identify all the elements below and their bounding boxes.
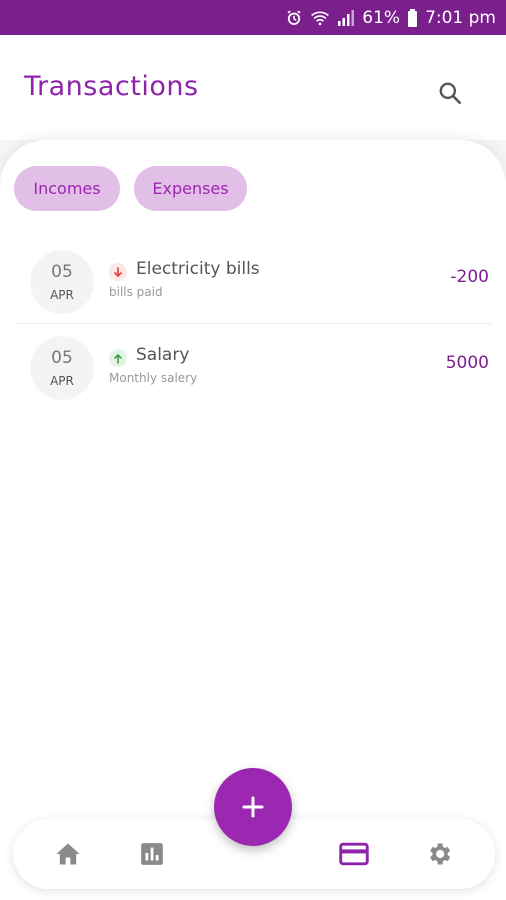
- date-month: APR: [50, 374, 74, 388]
- date-badge: 05 APR: [30, 250, 94, 314]
- transaction-amount: 5000: [445, 353, 489, 373]
- nav-transactions-button[interactable]: [339, 839, 369, 869]
- date-badge: 05 APR: [30, 336, 94, 400]
- transaction-subtitle: Monthly salery: [109, 371, 198, 385]
- status-bar: 61% 7:01 pm: [0, 0, 506, 35]
- alarm-icon: [285, 9, 303, 27]
- app-bar: Transactions: [0, 35, 506, 140]
- page-title: Transactions: [24, 71, 199, 102]
- credit-card-icon: [339, 842, 369, 866]
- search-icon: [439, 82, 462, 105]
- clock: 7:01 pm: [425, 7, 496, 28]
- gear-icon: [430, 843, 451, 865]
- date-month: APR: [50, 288, 74, 302]
- nav-settings-button[interactable]: [424, 839, 454, 869]
- search-button[interactable]: [434, 77, 466, 109]
- transaction-amount: -200: [450, 267, 489, 287]
- arrow-up-icon: [109, 349, 127, 367]
- filter-chip-incomes[interactable]: Incomes: [14, 166, 120, 211]
- arrow-down-icon: [109, 263, 127, 281]
- transaction-title: Salary: [136, 345, 190, 365]
- date-day: 05: [51, 348, 73, 368]
- battery-percent: 61%: [362, 7, 401, 28]
- transaction-title: Electricity bills: [136, 259, 260, 279]
- plus-icon: [242, 796, 264, 818]
- home-icon: [56, 843, 80, 865]
- nav-stats-button[interactable]: [137, 839, 167, 869]
- date-day: 05: [51, 262, 73, 282]
- signal-icon: [337, 9, 355, 26]
- transaction-subtitle: bills paid: [109, 285, 163, 299]
- wifi-icon: [310, 9, 330, 27]
- transaction-row[interactable]: 05 APR Electricity bills bills paid -200: [16, 240, 492, 324]
- filter-chip-expenses[interactable]: Expenses: [134, 166, 247, 211]
- transaction-row[interactable]: 05 APR Salary Monthly salery 5000: [16, 326, 492, 410]
- bar-chart-icon: [141, 843, 163, 865]
- nav-home-button[interactable]: [53, 839, 83, 869]
- battery-icon: [407, 8, 418, 27]
- add-transaction-button[interactable]: [214, 768, 292, 846]
